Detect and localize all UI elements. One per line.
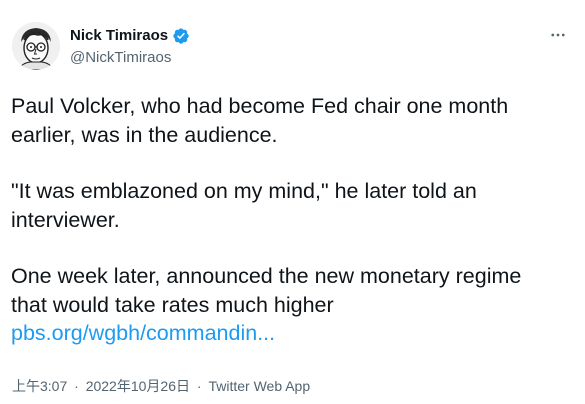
tweet-paragraph: Paul Volcker, who had become Fed chair o…: [11, 92, 576, 149]
author-name-row: Nick Timiraos: [70, 26, 190, 46]
verified-badge-icon[interactable]: [172, 27, 190, 45]
tweet-text: Paul Volcker, who had become Fed chair o…: [11, 92, 576, 348]
more-options-button[interactable]: [547, 24, 569, 46]
author-display-name[interactable]: Nick Timiraos: [70, 26, 168, 46]
tweet-line: Paul Volcker, who had become Fed chair o…: [11, 94, 509, 118]
tweet-line: that would take rates much higher: [11, 292, 334, 317]
tweet-date[interactable]: 2022年10月26日: [86, 378, 190, 394]
tweet-source[interactable]: Twitter Web App: [208, 378, 310, 394]
tweet-time[interactable]: 上午3:07: [12, 378, 67, 394]
tweet-line: earlier, was in the audience.: [11, 122, 278, 147]
meta-separator: ·: [196, 378, 202, 394]
avatar-portrait-icon: [12, 22, 60, 70]
author-avatar[interactable]: [12, 22, 60, 70]
tweet-line: "It was emblazoned on my mind," he later…: [11, 179, 477, 203]
author-handle[interactable]: @NickTimiraos: [70, 48, 171, 68]
tweet-line: One week later, announced the new moneta…: [11, 264, 522, 288]
tweet-line: interviewer.: [11, 207, 120, 232]
more-horizontal-icon: [551, 33, 565, 37]
tweet-metadata: 上午3:07 · 2022年10月26日 · Twitter Web App: [12, 376, 310, 396]
tweet-paragraph: "It was emblazoned on my mind," he later…: [11, 177, 576, 234]
tweet-paragraph: One week later, announced the new moneta…: [11, 262, 576, 348]
meta-separator: ·: [74, 378, 79, 394]
tweet-link[interactable]: pbs.org/wgbh/commandin...: [11, 319, 576, 348]
tweet-card: Nick Timiraos @NickTimiraos Paul Volcker…: [0, 0, 585, 404]
